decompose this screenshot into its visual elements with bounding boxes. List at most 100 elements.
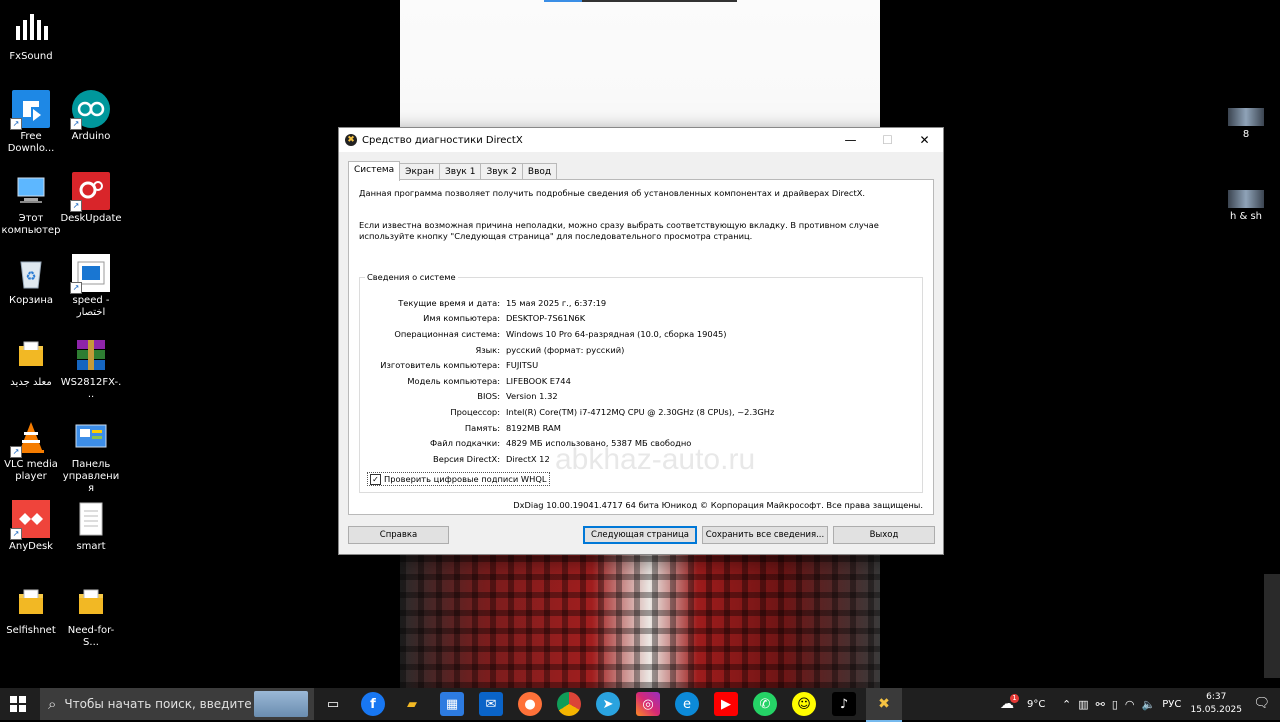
info-key: Процессор:: [450, 406, 500, 417]
system-tray: ⌃ ▥ ⚯ ▯ ◠ 🔈 РУС: [1062, 688, 1181, 720]
folder-icon: [72, 584, 110, 622]
edge-icon[interactable]: e: [675, 692, 699, 716]
info-row-bios: BIOS: Version 1.32: [360, 389, 922, 405]
control-panel-icon: [72, 418, 110, 456]
desktop-icon-need-for-speed[interactable]: Need-for-S...: [60, 584, 122, 649]
taskbar-clock[interactable]: 6:37 15.05.2025: [1190, 691, 1242, 717]
tray-app-icon[interactable]: ▥: [1078, 698, 1088, 711]
directx-icon: ✖: [345, 134, 357, 146]
tab-system[interactable]: Система: [348, 161, 401, 181]
desktop-icon-arduino[interactable]: ↗ Arduino: [60, 90, 122, 143]
snapchat-icon[interactable]: ☺: [792, 692, 816, 716]
file-explorer-icon[interactable]: ▰: [400, 692, 424, 716]
text-file-icon: [72, 500, 110, 538]
info-value: 8192MB RAM: [506, 422, 561, 433]
desktop-icon-fxsound[interactable]: FxSound: [0, 10, 62, 63]
tray-usb-icon[interactable]: ⚯: [1096, 698, 1105, 711]
info-key: Память:: [464, 422, 500, 433]
youtube-icon[interactable]: ▶: [714, 692, 738, 716]
exit-button[interactable]: Выход: [833, 526, 935, 544]
help-button[interactable]: Справка: [348, 526, 449, 544]
info-value: русский (формат: русский): [506, 344, 625, 355]
group-title: Сведения о системе: [365, 272, 458, 282]
computer-icon: [12, 172, 50, 210]
whql-label: Проверить цифровые подписи WHQL: [384, 474, 547, 484]
battery-icon[interactable]: ▯: [1112, 698, 1118, 711]
window-titlebar[interactable]: ✖ Средство диагностики DirectX — ☐ ✕: [339, 128, 943, 152]
desktop-icon-this-pc[interactable]: Этот компьютер: [0, 172, 62, 237]
directx-taskbar-icon[interactable]: ✖: [866, 688, 902, 722]
intro-hint-text: Если известна возможная причина неполадк…: [359, 220, 879, 241]
search-placeholder: Чтобы начать поиск, введите: [64, 697, 252, 711]
tiktok-icon[interactable]: ♪: [832, 692, 856, 716]
folder-icon: [12, 584, 50, 622]
desktop-icon-deskupdate[interactable]: ↗ DeskUpdate: [60, 172, 122, 225]
svg-text:♻: ♻: [26, 269, 37, 283]
weather-temp: 9°C: [1027, 698, 1046, 710]
mail-icon[interactable]: ✉: [479, 692, 503, 716]
chrome-icon[interactable]: [557, 692, 581, 716]
arduino-icon: ↗: [70, 90, 110, 130]
info-row-language: Язык: русский (формат: русский): [360, 342, 922, 358]
facebook-icon[interactable]: f: [361, 692, 385, 716]
wifi-icon[interactable]: ◠: [1125, 698, 1135, 711]
volume-icon[interactable]: 🔈: [1142, 698, 1156, 711]
desktop-icon-ws2812fx-archive[interactable]: WS2812FX-...: [60, 336, 122, 401]
info-row-os: Операционная система: Windows 10 Pro 64-р…: [360, 326, 922, 342]
desktop-icon-new-folder[interactable]: معلد جديد: [0, 336, 62, 389]
instagram-icon[interactable]: ◎: [636, 692, 660, 716]
task-view-icon[interactable]: ▭: [321, 692, 345, 716]
close-button[interactable]: ✕: [906, 128, 943, 152]
desktop-icon-vlc[interactable]: ↗ VLC media player: [0, 418, 62, 483]
desktop-icon-anydesk[interactable]: ↗ AnyDesk: [0, 500, 62, 553]
watermark-text: abkhaz-auto.ru: [555, 443, 756, 476]
video-thumbnail-h-sh[interactable]: [1228, 190, 1264, 208]
info-row-computer-name: Имя компьютера: DESKTOP-7S61N6K: [360, 311, 922, 327]
download-manager-icon: ↗: [10, 90, 50, 130]
taskbar-search-box[interactable]: ⌕ Чтобы начать поиск, введите: [40, 688, 314, 720]
shortcut-arrow-icon: ↗: [10, 446, 22, 458]
desktop-icon-control-panel[interactable]: Панель управления: [60, 418, 122, 495]
info-row-datetime: Текущие время и дата: 15 мая 2025 г., 6:3…: [360, 295, 922, 311]
info-value: Intel(R) Core(TM) i7-4712MQ CPU @ 2.30GH…: [506, 406, 775, 417]
info-key: Текущие время и дата:: [398, 297, 500, 308]
weather-badge: 1: [1010, 693, 1019, 703]
desktop-icon-speed-shortcut[interactable]: ↗ speed - اختصار: [60, 254, 122, 319]
info-value: DirectX 12: [506, 453, 550, 464]
weather-widget[interactable]: ☁ 1 9°C: [1000, 688, 1045, 720]
checkbox-checked-icon[interactable]: ✓: [370, 473, 381, 485]
info-value: Version 1.32: [506, 391, 558, 402]
info-row-model: Модель компьютера: LIFEBOOK E744: [360, 373, 922, 389]
folder-icon: [12, 336, 50, 374]
shortcut-arrow-icon: ↗: [10, 528, 22, 540]
firefox-icon[interactable]: ●: [518, 692, 542, 716]
info-key: BIOS:: [477, 391, 500, 402]
microsoft-store-icon[interactable]: ▦: [440, 692, 464, 716]
whql-checkbox[interactable]: ✓ Проверить цифровые подписи WHQL: [367, 472, 550, 486]
system-info-group: Сведения о системе Текущие время и дата:…: [359, 272, 923, 493]
info-value: Windows 10 Pro 64-разрядная (10.0, сборк…: [506, 328, 727, 339]
tray-chevron-up-icon[interactable]: ⌃: [1062, 698, 1071, 711]
desktop-icon-selfishnet[interactable]: Selfishnet: [0, 584, 62, 637]
next-page-button[interactable]: Следующая страница: [583, 526, 697, 544]
info-key: Операционная система:: [394, 328, 500, 339]
minimize-button[interactable]: —: [832, 128, 869, 152]
save-all-info-button[interactable]: Сохранить все сведения...: [702, 526, 828, 544]
search-highlight-image: [254, 691, 308, 717]
notifications-icon[interactable]: 🗨: [1253, 696, 1270, 711]
intro-text: Данная программа позволяет получить подр…: [359, 188, 866, 198]
start-button[interactable]: [10, 696, 26, 712]
winrar-archive-icon: [72, 336, 110, 374]
speed-window-icon: ↗: [70, 254, 110, 294]
language-indicator[interactable]: РУС: [1162, 699, 1181, 710]
desktop-icon-smart-file[interactable]: smart: [60, 500, 122, 553]
desktop-icon-free-download-manager[interactable]: ↗ Free Downlo...: [0, 90, 62, 155]
maximize-button[interactable]: ☐: [869, 128, 906, 152]
telegram-icon[interactable]: ➤: [596, 692, 620, 716]
desktop-icon-recycle-bin[interactable]: ♻ Корзина: [0, 254, 62, 307]
info-value: DESKTOP-7S61N6K: [506, 313, 586, 324]
video-thumbnail-8[interactable]: [1228, 108, 1264, 126]
info-key: Изготовитель компьютера:: [380, 360, 500, 371]
info-key: Модель компьютера:: [407, 375, 500, 386]
whatsapp-icon[interactable]: ✆: [753, 692, 777, 716]
